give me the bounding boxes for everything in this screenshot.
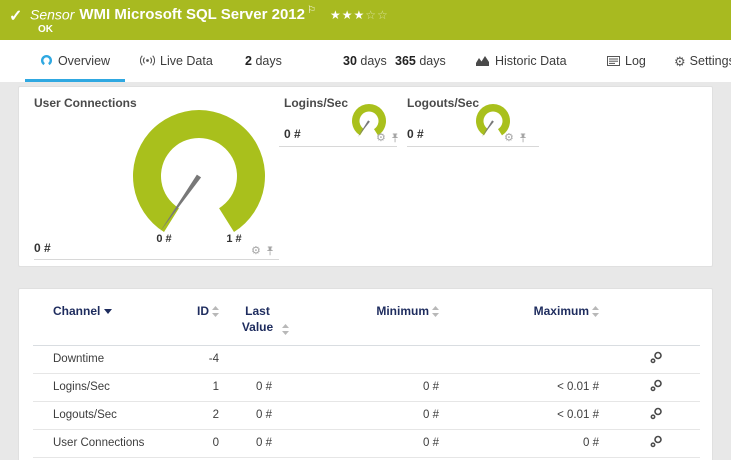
tab-30-days[interactable]: 30 days xyxy=(343,40,387,82)
channel-maximum: < 0.01 # xyxy=(439,401,599,430)
tab-label: Overview xyxy=(57,54,111,68)
table-row: Downtime -4 xyxy=(33,345,700,374)
live-data-broadcast-icon xyxy=(139,55,156,66)
channel-gear-icon[interactable]: ⚙ xyxy=(504,133,514,144)
tab-bar: Overview Live Data 2 days 30 days 365 da… xyxy=(0,40,731,82)
gauge-scale-max: 1 # xyxy=(226,233,242,245)
channel-gear-icon[interactable]: ⚙ xyxy=(376,133,386,144)
sensor-title: WMI Microsoft SQL Server 2012 xyxy=(79,6,305,24)
object-kind-label: Sensor xyxy=(30,6,75,23)
overview-gauge-icon xyxy=(40,55,52,66)
channel-minimum: 0 # xyxy=(309,429,439,458)
sort-icon xyxy=(212,306,219,318)
logins-gauge-value: 0 # xyxy=(284,127,301,141)
tab-log[interactable]: Log xyxy=(607,40,646,82)
channel-minimum xyxy=(309,345,439,374)
sort-icon xyxy=(592,306,599,318)
channel-id: 1 xyxy=(153,373,219,402)
channel-last-value xyxy=(219,345,309,374)
column-header-id[interactable]: ID xyxy=(153,289,219,346)
column-header-actions xyxy=(599,289,700,346)
table-header-row: Channel ID Last Value Minimum Maximum xyxy=(33,289,700,346)
logins-gauge-actions[interactable]: ⚙ xyxy=(376,133,399,144)
ok-check-icon: ✓ xyxy=(9,8,23,25)
tab-label: days xyxy=(419,54,446,68)
channels-table: Channel ID Last Value Minimum Maximum Do… xyxy=(33,289,700,458)
channel-id: 2 xyxy=(153,401,219,430)
primary-gauge-actions[interactable]: ⚙ xyxy=(251,246,274,257)
sort-icon xyxy=(281,324,289,336)
chevron-down-icon xyxy=(104,309,113,315)
pin-icon[interactable] xyxy=(391,133,399,143)
tab-label: days xyxy=(255,54,282,68)
table-row: Logouts/Sec 2 0 # 0 # < 0.01 # xyxy=(33,401,700,430)
tab-365-days[interactable]: 365 days xyxy=(395,40,446,82)
divider xyxy=(407,146,539,147)
channels-panel: Channel ID Last Value Minimum Maximum Do… xyxy=(18,288,713,460)
logouts-gauge-value: 0 # xyxy=(407,127,424,141)
logins-gauge-title: Logins/Sec xyxy=(284,96,349,110)
edit-channel-icon[interactable] xyxy=(650,379,663,395)
tab-number: 30 xyxy=(343,54,357,68)
column-header-maximum[interactable]: Maximum xyxy=(439,289,599,346)
channel-minimum: 0 # xyxy=(309,373,439,402)
gauges-panel: User Connections 0 # 1 # 0 # ⚙ Logins/Se… xyxy=(18,86,713,267)
edit-channel-icon[interactable] xyxy=(650,435,663,451)
tab-label: days xyxy=(360,54,387,68)
channel-minimum: 0 # xyxy=(309,401,439,430)
tab-historic-data[interactable]: Historic Data xyxy=(476,40,567,82)
tab-number: 2 xyxy=(245,54,252,68)
user-connections-gauge xyxy=(133,110,265,232)
channel-maximum: 0 # xyxy=(439,429,599,458)
logouts-gauge-title: Logouts/Sec xyxy=(407,96,480,110)
table-row: User Connections 0 0 # 0 # 0 # xyxy=(33,429,700,458)
edit-channel-icon[interactable] xyxy=(650,407,663,423)
tab-settings[interactable]: ⚙ Settings xyxy=(674,40,731,82)
divider xyxy=(34,259,279,260)
priority-flag-icon[interactable]: ⚐ xyxy=(307,5,316,16)
pin-icon[interactable] xyxy=(266,246,274,256)
primary-gauge-title: User Connections xyxy=(34,96,137,110)
channel-name[interactable]: Logins/Sec xyxy=(33,373,153,402)
column-header-minimum[interactable]: Minimum xyxy=(309,289,439,346)
stars-filled[interactable]: ★★★ xyxy=(330,8,365,22)
channel-id: -4 xyxy=(153,345,219,374)
sensor-status-header: ✓ Sensor WMI Microsoft SQL Server 2012 ⚐ ★★… xyxy=(0,0,731,40)
tab-live-data[interactable]: Live Data xyxy=(139,40,213,82)
stars-empty[interactable]: ☆☆ xyxy=(365,8,389,22)
tab-overview[interactable]: Overview xyxy=(25,40,125,82)
sensor-status-badge: OK xyxy=(38,24,53,35)
divider xyxy=(279,146,397,147)
column-header-last-value[interactable]: Last Value xyxy=(219,289,309,346)
channel-maximum: < 0.01 # xyxy=(439,373,599,402)
table-row: Logins/Sec 1 0 # 0 # < 0.01 # xyxy=(33,373,700,402)
priority-star-rating[interactable]: ★★★☆☆ xyxy=(330,8,389,22)
historic-chart-icon xyxy=(476,56,489,67)
pin-icon[interactable] xyxy=(519,133,527,143)
channel-gear-icon[interactable]: ⚙ xyxy=(251,246,261,257)
tab-label: Live Data xyxy=(160,54,213,68)
active-tab-underline xyxy=(25,79,125,82)
tab-label: Historic Data xyxy=(495,54,567,68)
tab-2-days[interactable]: 2 days xyxy=(245,40,282,82)
channel-name[interactable]: Downtime xyxy=(33,345,153,374)
log-list-icon xyxy=(607,55,620,66)
channel-last-value: 0 # xyxy=(219,429,309,458)
column-header-channel[interactable]: Channel xyxy=(33,289,153,346)
channel-id: 0 xyxy=(153,429,219,458)
tab-number: 365 xyxy=(395,54,416,68)
channel-last-value: 0 # xyxy=(219,373,309,402)
channel-name[interactable]: User Connections xyxy=(33,429,153,458)
sort-icon xyxy=(432,306,439,318)
edit-channel-icon[interactable] xyxy=(650,351,663,367)
channel-name[interactable]: Logouts/Sec xyxy=(33,401,153,430)
channel-last-value: 0 # xyxy=(219,401,309,430)
gauge-scale-min: 0 # xyxy=(156,233,172,245)
logouts-gauge-actions[interactable]: ⚙ xyxy=(504,133,527,144)
primary-gauge-value: 0 # xyxy=(34,241,51,255)
settings-gear-icon: ⚙ xyxy=(674,53,686,69)
channel-maximum xyxy=(439,345,599,374)
tab-label: Settings xyxy=(689,54,731,68)
tab-label: Log xyxy=(625,54,646,68)
